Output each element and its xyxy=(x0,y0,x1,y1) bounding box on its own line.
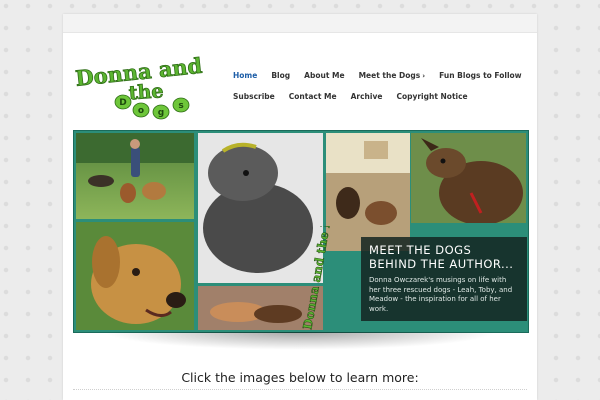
kitchen-dogs-image xyxy=(326,133,410,251)
svg-text:o: o xyxy=(138,106,144,116)
divider xyxy=(73,389,527,390)
chevron-right-icon: › xyxy=(422,72,426,80)
svg-text:D: D xyxy=(119,98,126,108)
nav-item-meet-the-dogs[interactable]: Meet the Dogs › xyxy=(359,71,426,80)
svg-text:g: g xyxy=(158,108,164,118)
nav-item-blog[interactable]: Blog xyxy=(271,71,290,80)
learn-more-heading: Click the images below to learn more: xyxy=(181,370,419,385)
site-logo[interactable]: Donna and the Dogs xyxy=(71,50,233,126)
woman-with-dogs-image xyxy=(76,133,194,203)
banner-description: Donna Owczarek's musings on life with he… xyxy=(369,276,513,313)
nav-item-archive[interactable]: Archive xyxy=(351,92,383,101)
page-container: Donna and the Dogs Home Blog About Me Me… xyxy=(63,14,537,400)
nav-row-2: Subscribe Contact Me Archive Copyright N… xyxy=(233,86,533,107)
photo-yellow-lab xyxy=(76,222,194,330)
nav-item-copyright-notice[interactable]: Copyright Notice xyxy=(396,92,467,101)
nav-item-home[interactable]: Home xyxy=(233,71,257,80)
yellow-lab-image xyxy=(91,236,186,324)
svg-text:s: s xyxy=(178,101,183,111)
photo-brindle-dog xyxy=(411,133,526,223)
banner-title: MEET THE DOGS BEHIND THE AUTHOR... xyxy=(369,243,514,271)
nav-item-contact-me[interactable]: Contact Me xyxy=(289,92,337,101)
nav-item-fun-blogs[interactable]: Fun Blogs to Follow xyxy=(439,71,521,80)
nav-row-1: Home Blog About Me Meet the Dogs › Fun Bl… xyxy=(233,65,533,86)
hero-banner[interactable]: Donna and the Dogs MEET THE DOGS BEHIND … xyxy=(73,130,529,333)
svg-text:Donna and the Dogs: Donna and the Dogs xyxy=(302,226,332,330)
brindle-dog-image xyxy=(421,138,523,223)
top-bar xyxy=(63,14,537,33)
nav-item-subscribe[interactable]: Subscribe xyxy=(233,92,275,101)
banner-overlay-logo: Donna and the Dogs xyxy=(302,226,332,330)
banner-caption: MEET THE DOGS BEHIND THE AUTHOR... Donna… xyxy=(361,237,527,321)
photo-kitchen-dogs xyxy=(326,133,410,251)
banner-shadow xyxy=(103,332,497,350)
nav-item-about-me[interactable]: About Me xyxy=(304,71,344,80)
svg-text:the: the xyxy=(128,80,164,104)
main-navigation: Home Blog About Me Meet the Dogs › Fun Bl… xyxy=(233,65,533,107)
photo-woman-with-dogs xyxy=(76,133,194,219)
logo-graphic: Donna and the Do gs xyxy=(74,52,204,120)
banner-logo-graphic: Donna and the Dogs xyxy=(302,226,332,330)
nav-item-meet-the-dogs-label: Meet the Dogs xyxy=(358,71,421,80)
